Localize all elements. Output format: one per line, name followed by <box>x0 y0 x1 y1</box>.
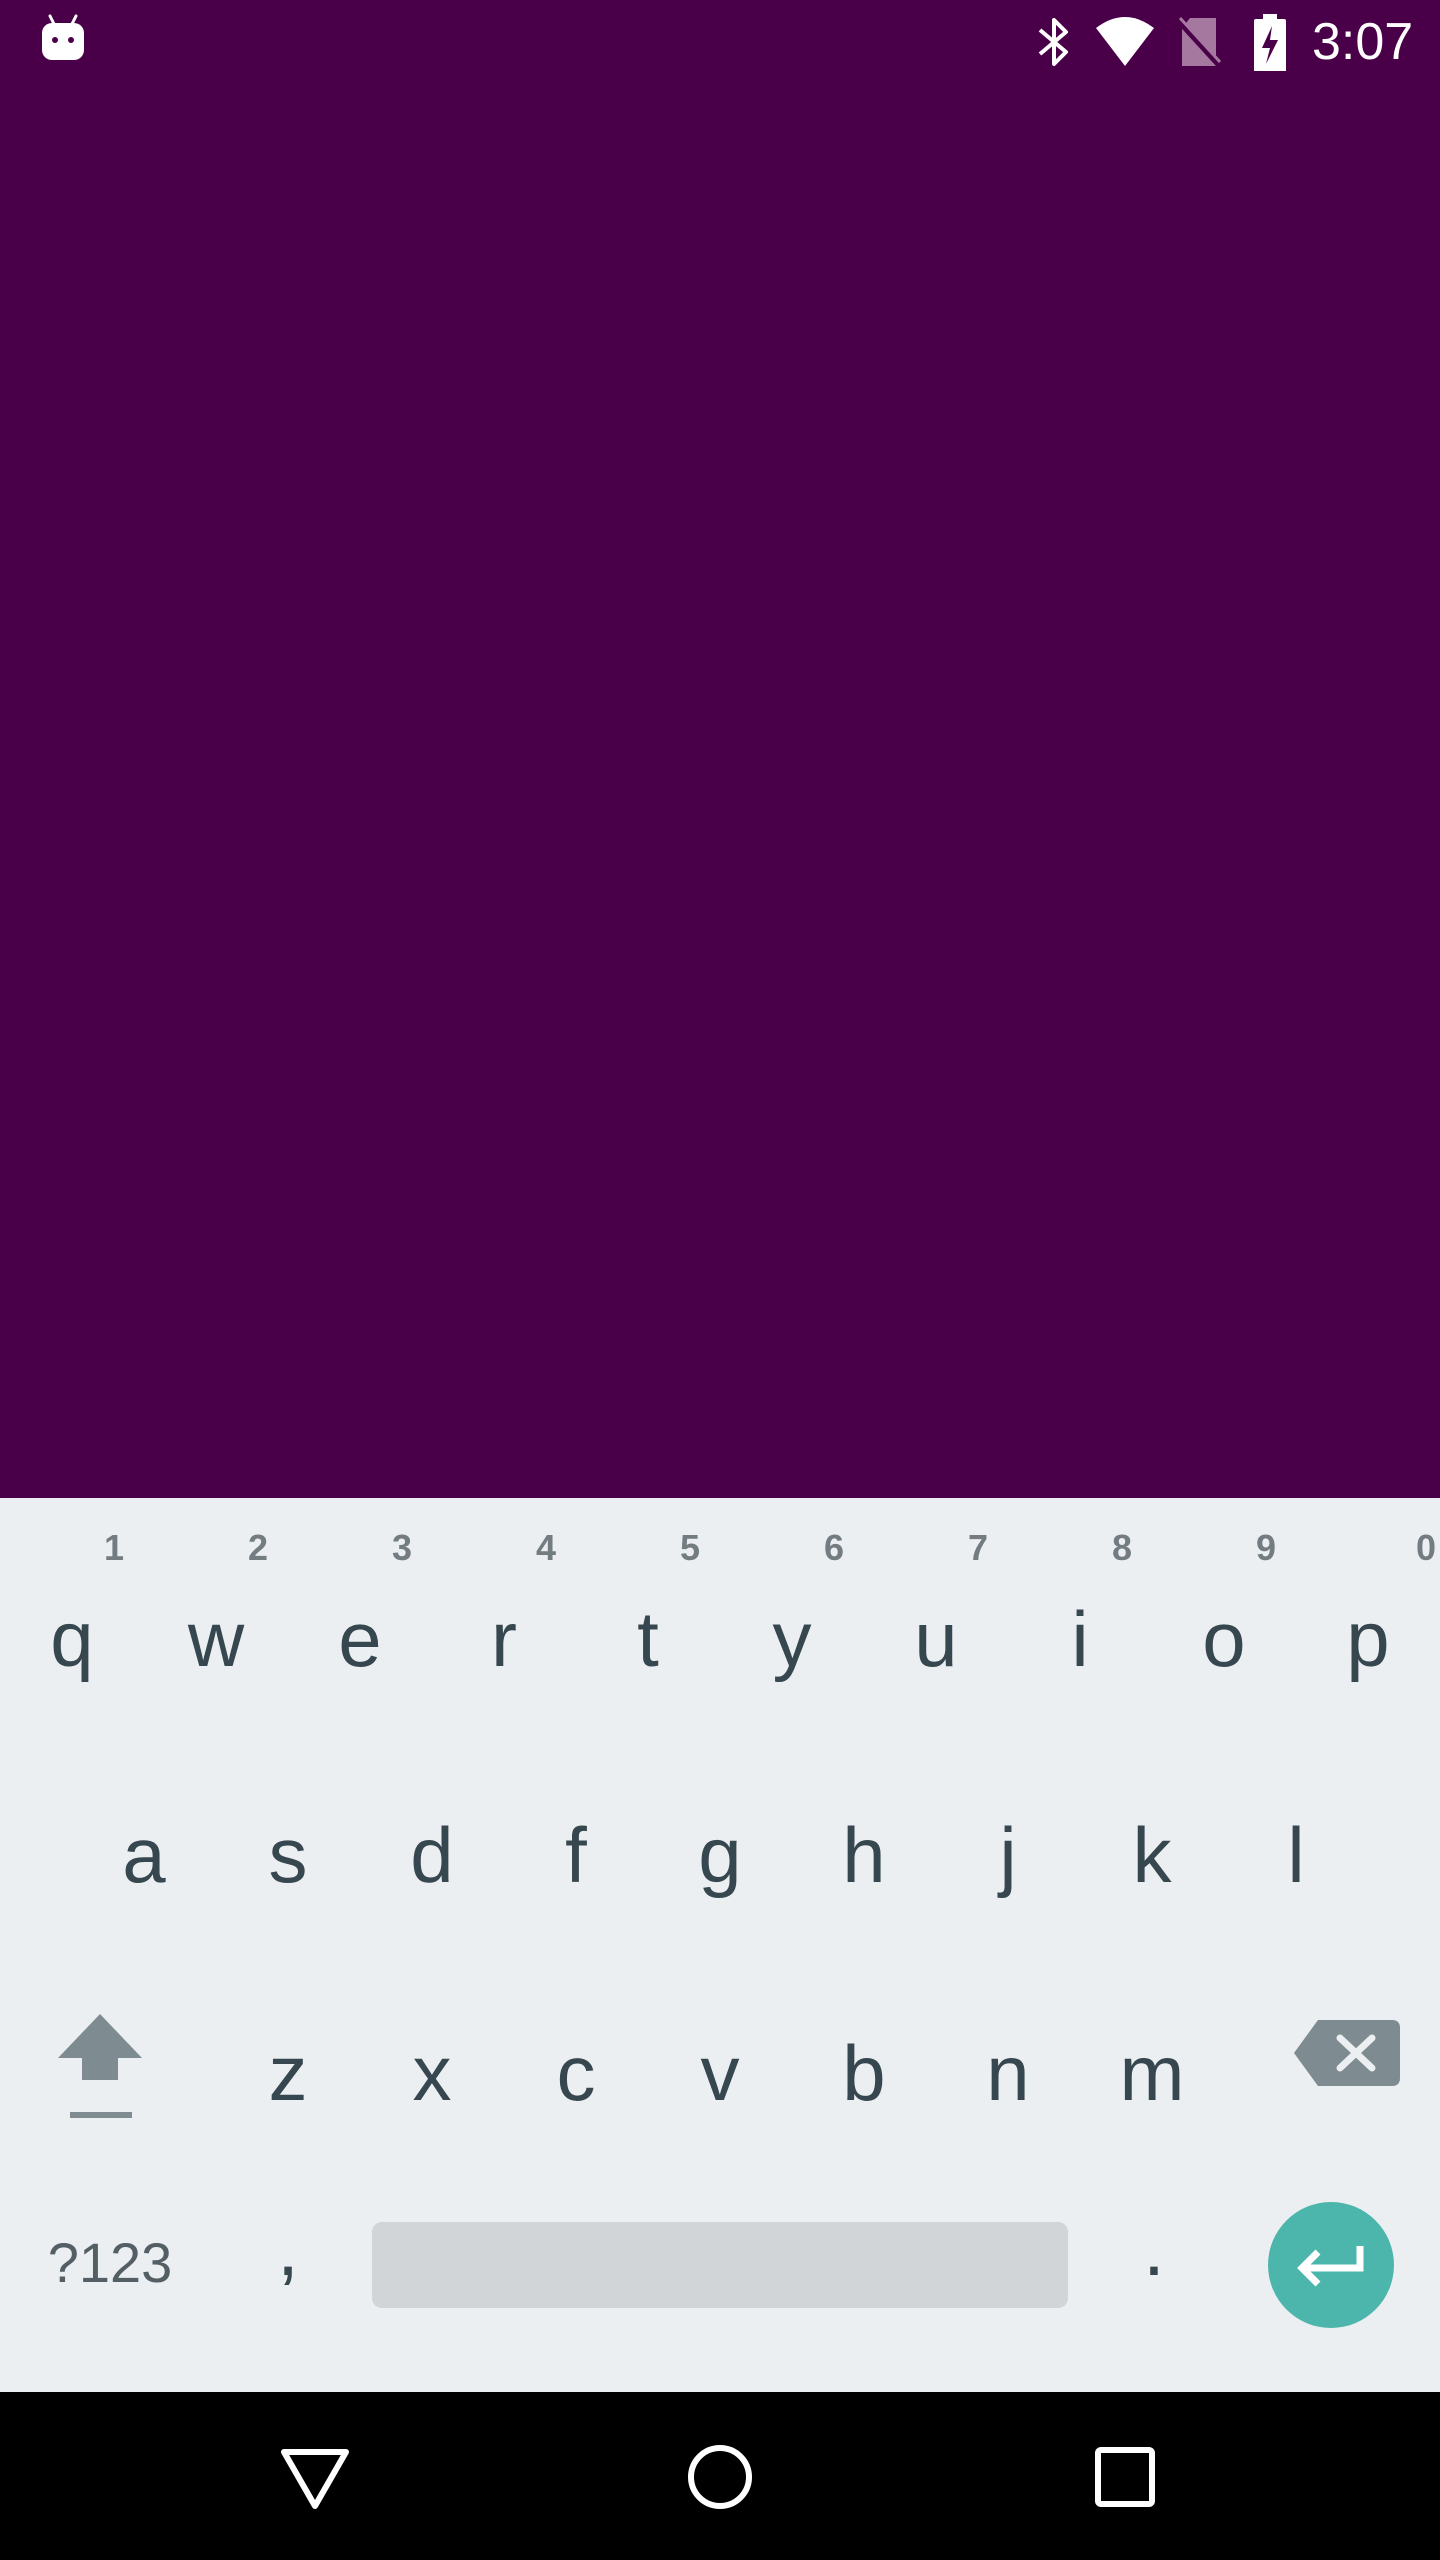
key-l[interactable]: l <box>1224 1714 1368 1932</box>
key-label: x <box>412 2029 452 2117</box>
key-v[interactable]: v <box>648 1932 792 2150</box>
key-y[interactable]: 6y <box>720 1498 864 1714</box>
key-hint: 3 <box>391 1527 412 1568</box>
key-p[interactable]: 0p <box>1296 1498 1440 1714</box>
key-hint: 9 <box>1255 1527 1276 1568</box>
android-notification-icon <box>42 14 84 60</box>
key-label: w <box>187 1595 245 1683</box>
key-label: b <box>842 2029 886 2117</box>
soft-keyboard: 1q 2w 3e 4r 5t 6y 7u 8i 9o 0p a s d f g … <box>0 1498 1440 2392</box>
backspace-key[interactable] <box>1288 2008 1408 2098</box>
key-label: o <box>1202 1595 1246 1683</box>
key-hint: 4 <box>535 1527 556 1568</box>
key-label: y <box>772 1595 812 1683</box>
shift-arrow-icon <box>58 2014 142 2118</box>
status-time: 3:07 <box>1312 13 1414 71</box>
key-hint: 7 <box>967 1527 988 1568</box>
status-bar: 3:07 <box>0 0 1440 84</box>
period-key[interactable]: . <box>1104 2198 1204 2298</box>
home-icon[interactable] <box>675 2432 765 2522</box>
key-q[interactable]: 1q <box>0 1498 144 1714</box>
key-label: k <box>1132 1811 1172 1899</box>
bluetooth-icon <box>1038 18 1068 66</box>
key-o[interactable]: 9o <box>1152 1498 1296 1714</box>
key-m[interactable]: m <box>1080 1932 1224 2150</box>
key-label: v <box>700 2029 740 2117</box>
symbols-key[interactable]: ?123 <box>30 2218 190 2308</box>
key-label: e <box>338 1595 382 1683</box>
key-n[interactable]: n <box>936 1932 1080 2150</box>
app-content-area[interactable] <box>0 84 1440 1498</box>
key-hint: 8 <box>1111 1527 1132 1568</box>
key-label: n <box>986 2029 1030 2117</box>
key-a[interactable]: a <box>72 1714 216 1932</box>
key-b[interactable]: b <box>792 1932 936 2150</box>
key-hint: 5 <box>679 1527 700 1568</box>
key-label: q <box>50 1595 94 1683</box>
key-c[interactable]: c <box>504 1932 648 2150</box>
key-hint: 2 <box>247 1527 268 1568</box>
key-i[interactable]: 8i <box>1008 1498 1152 1714</box>
key-label: h <box>842 1811 886 1899</box>
key-k[interactable]: k <box>1080 1714 1224 1932</box>
key-label: u <box>914 1595 958 1683</box>
navigation-bar <box>0 2392 1440 2560</box>
wifi-icon <box>1096 17 1154 66</box>
key-f[interactable]: f <box>504 1714 648 1932</box>
key-e[interactable]: 3e <box>288 1498 432 1714</box>
key-label: c <box>556 2029 596 2117</box>
key-r[interactable]: 4r <box>432 1498 576 1714</box>
key-label: d <box>410 1811 454 1899</box>
key-hint: 1 <box>103 1527 124 1568</box>
key-hint: 6 <box>823 1527 844 1568</box>
key-u[interactable]: 7u <box>864 1498 1008 1714</box>
key-hint: 0 <box>1415 1527 1436 1568</box>
key-j[interactable]: j <box>936 1714 1080 1932</box>
key-label: z <box>268 2029 308 2117</box>
key-label: i <box>1071 1595 1089 1683</box>
key-label: p <box>1346 1595 1390 1683</box>
key-d[interactable]: d <box>360 1714 504 1932</box>
key-label: m <box>1119 2029 1185 2117</box>
enter-key[interactable] <box>1268 2202 1394 2328</box>
key-label: t <box>637 1595 659 1683</box>
space-bar[interactable] <box>372 2222 1068 2308</box>
key-label: a <box>122 1811 166 1899</box>
recents-icon[interactable] <box>1080 2432 1170 2522</box>
comma-key[interactable]: , <box>238 2198 338 2298</box>
key-x[interactable]: x <box>360 1932 504 2150</box>
key-w[interactable]: 2w <box>144 1498 288 1714</box>
enter-arrow-icon <box>1297 2246 1364 2287</box>
back-icon[interactable] <box>270 2432 360 2522</box>
backspace-icon <box>1294 2020 1400 2086</box>
key-label: r <box>491 1595 517 1683</box>
shift-key[interactable] <box>40 1994 164 2124</box>
key-h[interactable]: h <box>792 1714 936 1932</box>
key-g[interactable]: g <box>648 1714 792 1932</box>
key-label: l <box>1287 1811 1305 1899</box>
key-t[interactable]: 5t <box>576 1498 720 1714</box>
key-label: j <box>999 1811 1017 1899</box>
no-sim-icon <box>1176 16 1222 69</box>
key-label: s <box>268 1811 308 1899</box>
key-label: g <box>698 1811 742 1899</box>
key-s[interactable]: s <box>216 1714 360 1932</box>
battery-charging-icon <box>1254 14 1286 71</box>
key-z[interactable]: z <box>216 1932 360 2150</box>
key-label: f <box>565 1811 587 1899</box>
